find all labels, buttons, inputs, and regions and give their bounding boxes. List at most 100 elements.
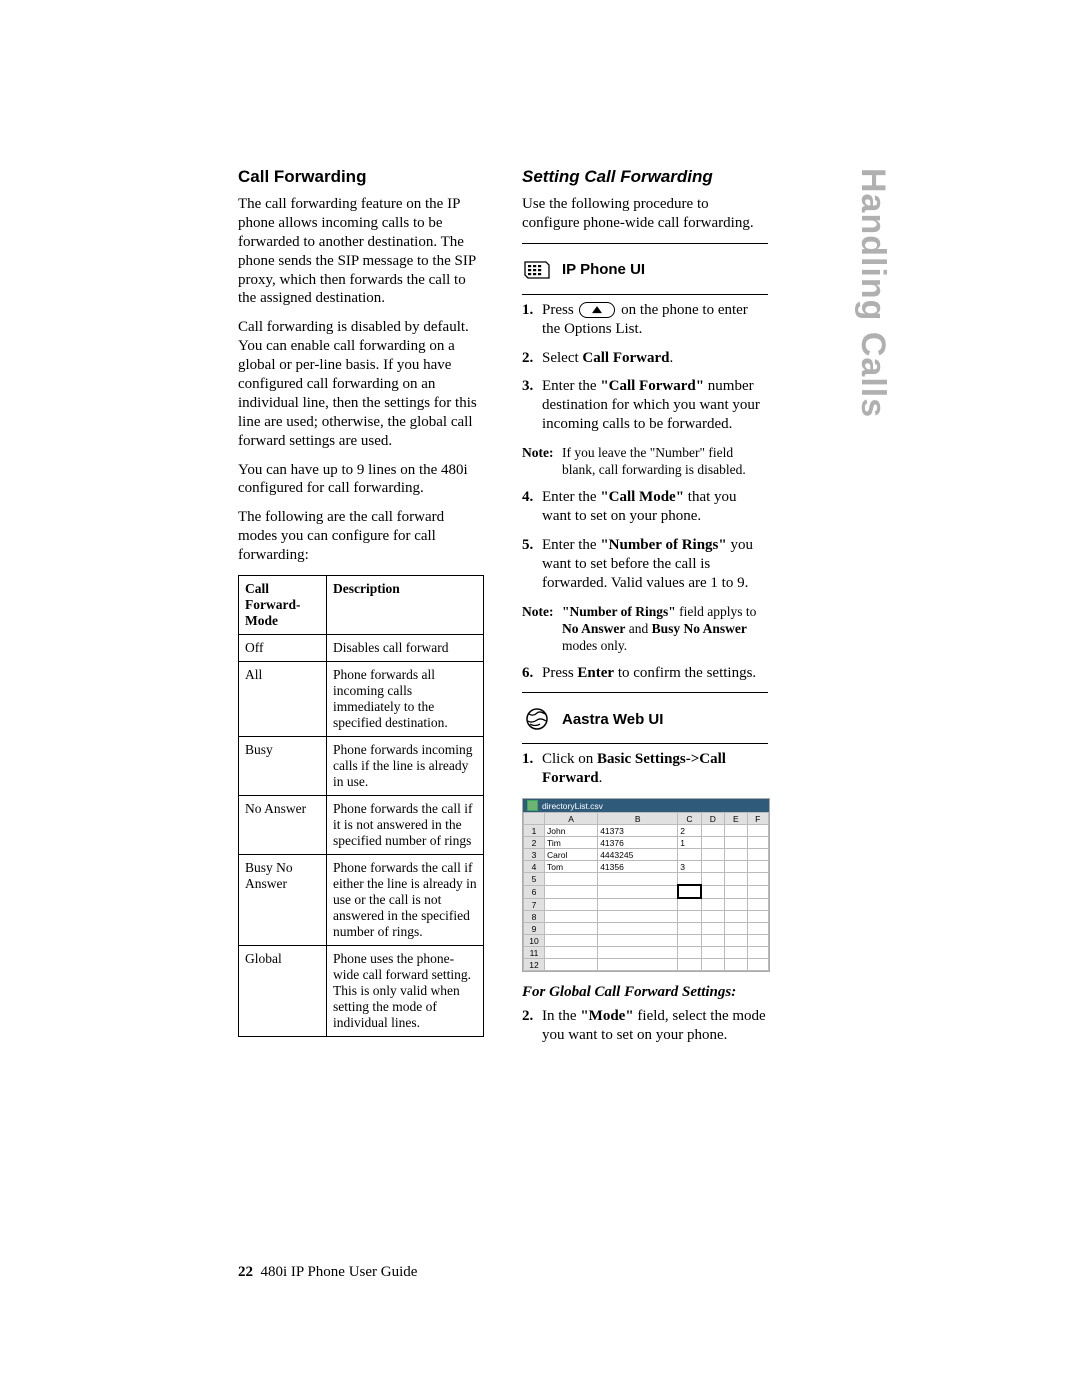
cell	[725, 861, 747, 873]
global-step-2: In the "Mode" field, select the mode you…	[522, 1007, 768, 1045]
cell	[545, 911, 598, 923]
cell	[747, 861, 769, 873]
cell	[545, 885, 598, 898]
cell	[747, 947, 769, 959]
heading-call-forwarding: Call Forwarding	[238, 167, 484, 187]
step-4: Enter the "Call Mode" that you want to s…	[522, 488, 768, 526]
paragraph: The following are the call forward modes…	[238, 508, 484, 565]
row-num: 12	[524, 959, 545, 971]
cell	[545, 923, 598, 935]
cell	[701, 959, 724, 971]
cell	[598, 885, 678, 898]
row-num: 10	[524, 935, 545, 947]
row-num: 11	[524, 947, 545, 959]
step-6: Press Enter to confirm the settings.	[522, 664, 768, 683]
web-ui-steps: Click on Basic Settings->Call Forward.	[522, 750, 768, 788]
text: .	[669, 350, 673, 366]
cell	[747, 825, 769, 837]
text: Click on	[542, 751, 597, 767]
paragraph: Call forwarding is disabled by default. …	[238, 318, 484, 450]
excel-icon	[527, 800, 538, 811]
col-header: F	[747, 813, 769, 825]
divider	[522, 692, 768, 693]
selected-cell	[678, 885, 701, 898]
table-cell: No Answer	[239, 796, 327, 855]
csv-filename: directoryList.csv	[542, 801, 603, 811]
cell	[545, 935, 598, 947]
table-cell: Global	[239, 946, 327, 1037]
cell	[701, 898, 724, 911]
cell	[701, 947, 724, 959]
row-num: 3	[524, 849, 545, 861]
sub-label: IP Phone UI	[562, 261, 645, 278]
cell: Tim	[545, 837, 598, 849]
cell: 4443245	[598, 849, 678, 861]
text: "Number of Rings"	[562, 604, 676, 619]
table-cell: Phone forwards all incoming calls immedi…	[327, 662, 484, 737]
left-column: Call Forwarding The call forwarding feat…	[238, 167, 484, 1055]
cell	[678, 959, 701, 971]
text: Call Forward	[582, 350, 669, 366]
text: Enter	[577, 665, 614, 681]
text: "Call Forward"	[600, 378, 704, 394]
table-cell: All	[239, 662, 327, 737]
ip-phone-ui-subheading: IP Phone UI	[522, 258, 768, 282]
cell	[747, 898, 769, 911]
table-cell: Disables call forward	[327, 635, 484, 662]
divider	[522, 243, 768, 244]
cell	[598, 898, 678, 911]
cell: 3	[678, 861, 701, 873]
cell	[598, 959, 678, 971]
ip-phone-steps: Press on the phone to enter the Options …	[522, 301, 768, 683]
page-number: 22	[238, 1264, 253, 1280]
cell	[725, 849, 747, 861]
cell	[747, 923, 769, 935]
text: "Number of Rings"	[600, 537, 726, 553]
corner-cell	[524, 813, 545, 825]
col-header: D	[701, 813, 724, 825]
text: field applys to	[676, 604, 757, 619]
cell	[545, 959, 598, 971]
page-body: Call Forwarding The call forwarding feat…	[238, 167, 768, 1055]
cell: 1	[678, 837, 701, 849]
table-header: Description	[327, 576, 484, 635]
csv-titlebar: directoryList.csv	[523, 799, 769, 812]
cell	[747, 935, 769, 947]
cell	[725, 947, 747, 959]
cell	[598, 935, 678, 947]
row-num: 6	[524, 885, 545, 898]
cell	[678, 947, 701, 959]
cell: John	[545, 825, 598, 837]
cell	[747, 959, 769, 971]
cell: 41373	[598, 825, 678, 837]
note: Note: "Number of Rings" field applys to …	[522, 603, 768, 654]
text: Select	[542, 350, 582, 366]
footer-title: 480i IP Phone User Guide	[261, 1264, 418, 1280]
cell	[747, 837, 769, 849]
cell	[747, 911, 769, 923]
note-label: Note:	[522, 444, 553, 461]
web-step-1: Click on Basic Settings->Call Forward.	[522, 750, 768, 788]
row-num: 8	[524, 911, 545, 923]
cell	[678, 923, 701, 935]
cell	[545, 873, 598, 886]
table-cell: Phone uses the phone-wide call forward s…	[327, 946, 484, 1037]
note: Note: If you leave the "Number" field bl…	[522, 444, 768, 478]
row-num: 4	[524, 861, 545, 873]
cell	[701, 837, 724, 849]
phone-keypad-icon	[522, 258, 552, 282]
table-cell: Phone forwards incoming calls if the lin…	[327, 737, 484, 796]
cell	[725, 825, 747, 837]
row-num: 5	[524, 873, 545, 886]
row-num: 1	[524, 825, 545, 837]
col-header: B	[598, 813, 678, 825]
cell	[725, 959, 747, 971]
paragraph: Use the following procedure to configure…	[522, 195, 768, 233]
paragraph: You can have up to 9 lines on the 480i c…	[238, 461, 484, 499]
text: "Mode"	[580, 1008, 633, 1024]
options-key-icon	[579, 302, 615, 318]
divider	[522, 294, 768, 295]
heading-setting-call-forwarding: Setting Call Forwarding	[522, 167, 768, 187]
cell	[701, 885, 724, 898]
step-5: Enter the "Number of Rings" you want to …	[522, 536, 768, 593]
